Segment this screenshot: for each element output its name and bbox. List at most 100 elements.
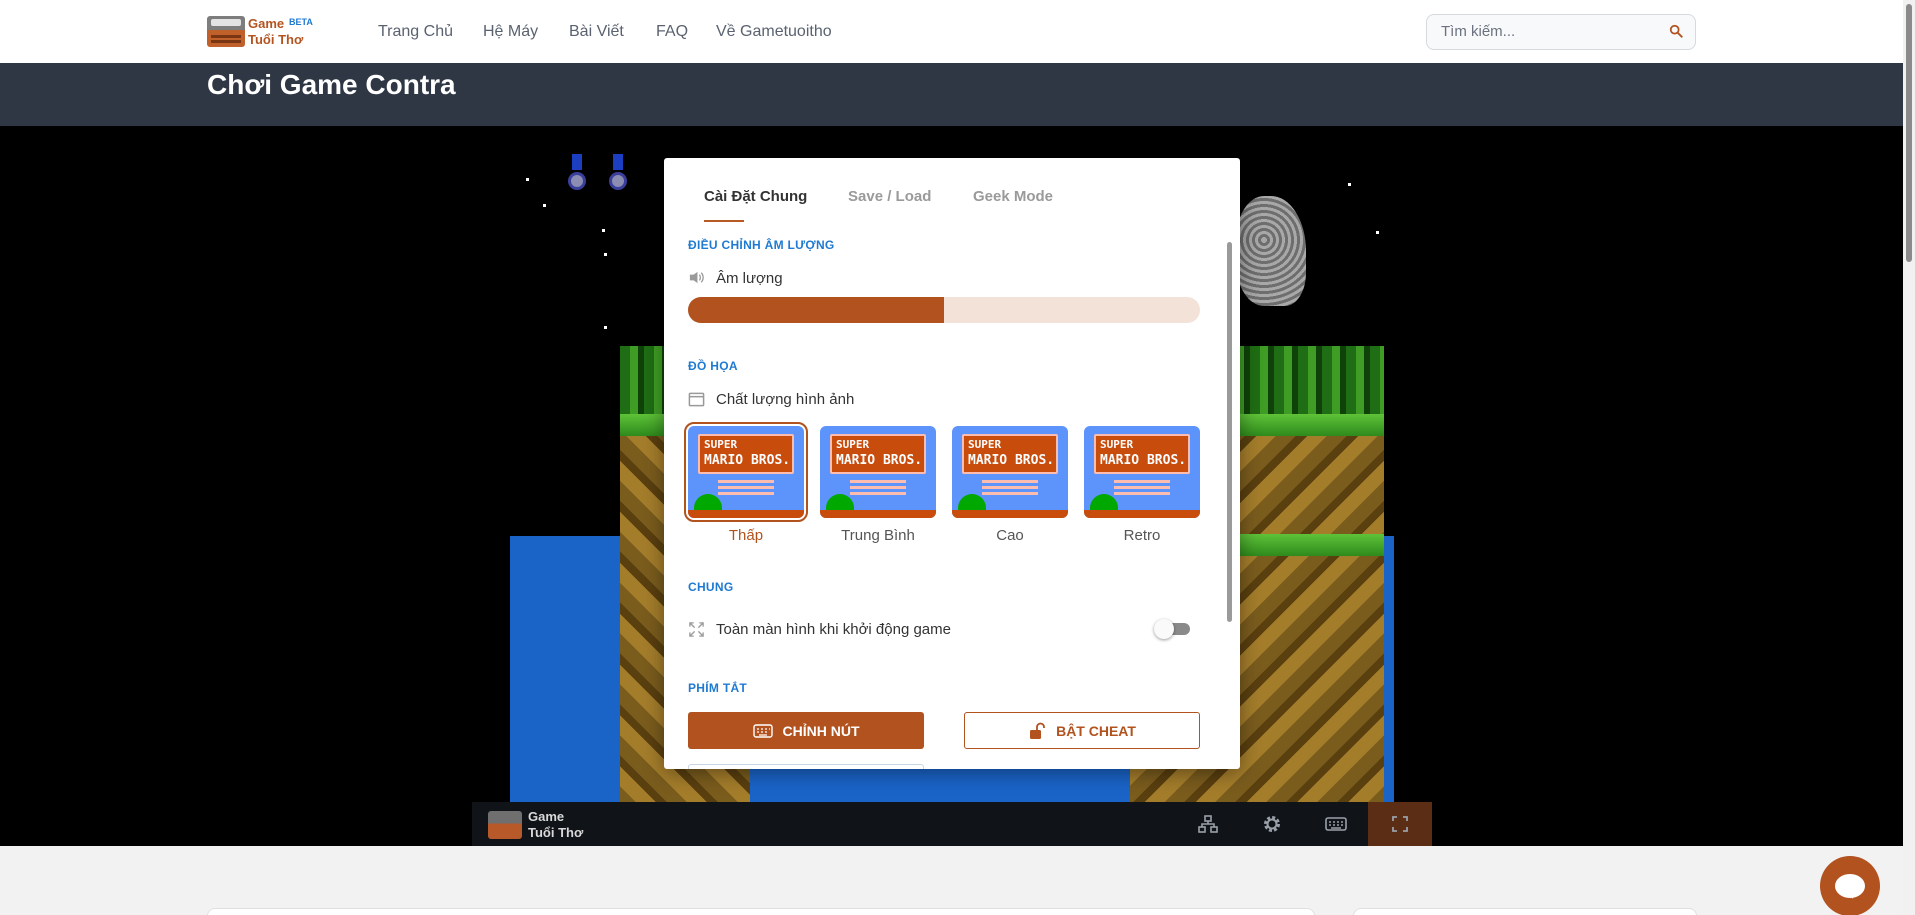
section-graphics-heading: ĐỒ HỌA [688, 359, 738, 373]
preview-title-line2: MARIO BROS. [968, 453, 1055, 468]
preview-ground [1084, 510, 1200, 518]
volume-slider-fill [688, 297, 944, 323]
tab-general-settings[interactable]: Cài Đặt Chung [704, 188, 807, 205]
fullscreen-icon [1392, 816, 1408, 832]
preview-hill [694, 494, 722, 510]
nav-item-faq[interactable]: FAQ [656, 23, 688, 41]
fullscreen-on-start-label: Toàn màn hình khi khởi động game [716, 621, 951, 638]
rock-sprite [1236, 196, 1306, 306]
partially-visible-button[interactable] [688, 764, 924, 769]
quality-caption-low: Thấp [728, 527, 764, 544]
nav-item-articles[interactable]: Bài Viết [569, 23, 624, 41]
keyboard-icon [752, 723, 773, 738]
quality-caption-high: Cao [996, 527, 1024, 544]
preview-title-line1: SUPER [836, 438, 870, 451]
active-tab-indicator [704, 220, 744, 222]
nav-item-home[interactable]: Trang Chủ [378, 23, 453, 41]
preview-title-line2: MARIO BROS. [836, 453, 923, 468]
preview-title-line1: SUPER [1100, 438, 1134, 451]
preview-title-line2: MARIO BROS. [1100, 453, 1187, 468]
top-navbar: Game BETA Tuổi Thơ Trang Chủ Hệ Máy Bài … [0, 0, 1903, 63]
toolbar-logo: Game Tuổi Thơ [488, 809, 598, 841]
page-title: Chơi Game Contra [207, 69, 456, 100]
quality-caption-medium: Trung Bình [841, 527, 915, 544]
game-toolbar: Game Tuổi Thơ [472, 802, 1432, 846]
volume-slider[interactable] [688, 297, 1200, 323]
fullscreen-button[interactable] [1368, 802, 1432, 846]
preview-title-line2: MARIO BROS. [704, 453, 791, 468]
search-input[interactable] [1441, 23, 1661, 40]
window-icon [688, 392, 705, 407]
fullscreen-on-start-toggle[interactable] [1154, 619, 1190, 639]
chat-button[interactable] [1820, 856, 1880, 915]
star [1348, 183, 1351, 186]
star [543, 204, 546, 207]
unlock-icon [1030, 722, 1045, 739]
star [602, 229, 605, 232]
speaker-icon [689, 271, 704, 284]
preview-title-sign: SUPER MARIO BROS. [1094, 434, 1190, 474]
modal-scrollbar[interactable] [1227, 242, 1232, 622]
quality-caption-retro: Retro [1123, 527, 1161, 544]
chat-bubble-icon [1835, 874, 1865, 898]
page-scrollbar-thumb[interactable] [1906, 4, 1912, 262]
logo-text-line2: Tuổi Thơ [248, 32, 304, 47]
site-logo[interactable]: Game BETA Tuổi Thơ [207, 15, 317, 49]
enable-cheat-label: BẬT CHEAT [1056, 722, 1136, 739]
logo-text-line1: Game [248, 16, 285, 31]
preview-hill [1090, 494, 1118, 510]
star [1376, 231, 1379, 234]
section-general-heading: CHUNG [688, 580, 734, 594]
preview-hill [958, 494, 986, 510]
life-medal-icon [566, 154, 588, 198]
preview-title-sign: SUPER MARIO BROS. [962, 434, 1058, 474]
remap-buttons-button[interactable]: CHỈNH NÚT [688, 712, 924, 749]
tab-save-load[interactable]: Save / Load [848, 188, 931, 205]
preview-title-line1: SUPER [704, 438, 738, 451]
quality-option-low[interactable]: SUPER MARIO BROS. [684, 422, 808, 522]
preview-ground [820, 510, 936, 518]
keyboard-icon [1325, 817, 1347, 831]
preview-menu-lines [1114, 480, 1170, 483]
settings-button[interactable] [1240, 802, 1304, 846]
preview-title-line1: SUPER [968, 438, 1002, 451]
search-icon[interactable] [1669, 24, 1683, 38]
toolbar-logo-line1: Game [528, 809, 565, 824]
toggle-knob [1154, 619, 1174, 639]
quality-option-medium[interactable]: SUPER MARIO BROS. [820, 426, 936, 518]
preview-ground [952, 510, 1068, 518]
sidebar-card [1353, 908, 1697, 915]
preview-menu-lines [982, 480, 1038, 483]
settings-modal: Cài Đặt Chung Save / Load Geek Mode ĐIỀU… [664, 158, 1240, 769]
search-box [1426, 14, 1696, 50]
nav-item-about[interactable]: Về Gametuoitho [716, 23, 832, 41]
preview-menu-lines [718, 480, 774, 483]
preview-menu-lines [850, 480, 906, 483]
toolbar-logo-line2: Tuổi Thơ [528, 825, 584, 840]
star [604, 253, 607, 256]
quality-option-retro[interactable]: SUPER MARIO BROS. [1084, 426, 1200, 518]
tab-geek-mode[interactable]: Geek Mode [973, 188, 1053, 205]
section-shortcuts-heading: PHÍM TẮT [688, 681, 748, 695]
title-band: Chơi Game Contra [0, 63, 1903, 126]
life-medal-icon [607, 154, 629, 198]
graphics-quality-label: Chất lượng hình ảnh [716, 391, 855, 408]
star [604, 326, 607, 329]
section-volume-heading: ĐIỀU CHỈNH ÂM LƯỢNG [688, 238, 835, 252]
nav-item-consoles[interactable]: Hệ Máy [483, 23, 538, 41]
star [526, 178, 529, 181]
page-scrollbar[interactable] [1903, 0, 1915, 915]
network-icon [1198, 815, 1218, 833]
network-button[interactable] [1176, 802, 1240, 846]
content-card [207, 908, 1315, 915]
cartridge-logo-icon [488, 811, 522, 839]
preview-hill [826, 494, 854, 510]
keyboard-button[interactable] [1304, 802, 1368, 846]
cartridge-logo-icon [207, 16, 245, 47]
preview-ground [688, 510, 804, 518]
beta-badge: BETA [289, 17, 313, 27]
volume-label: Âm lượng [716, 270, 783, 287]
gear-icon [1264, 816, 1280, 832]
quality-option-high[interactable]: SUPER MARIO BROS. [952, 426, 1068, 518]
enable-cheat-button[interactable]: BẬT CHEAT [964, 712, 1200, 749]
